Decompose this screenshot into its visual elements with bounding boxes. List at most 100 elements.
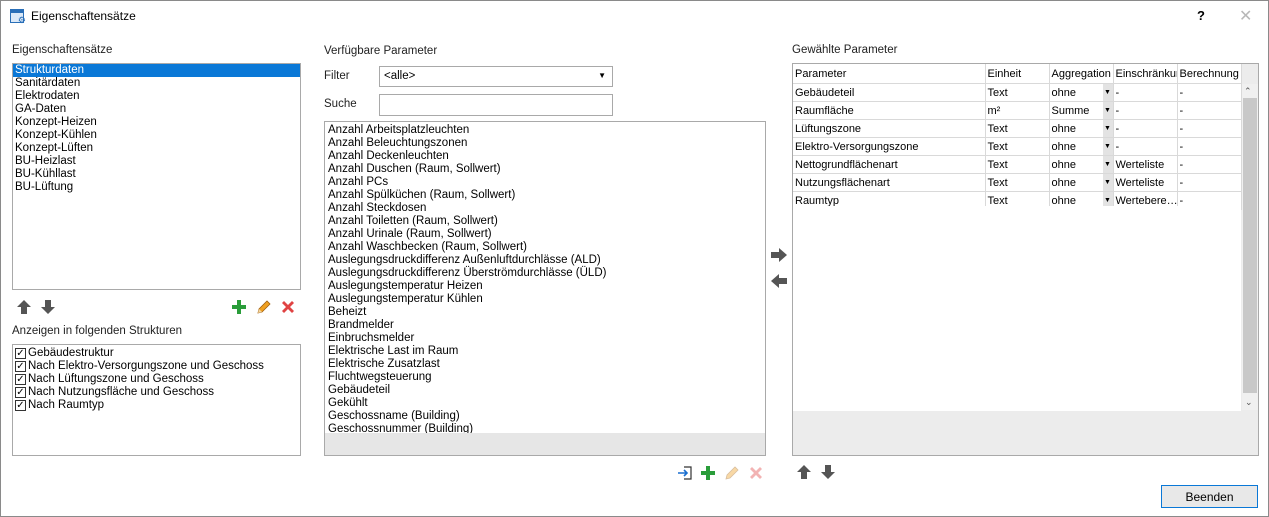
scrollbar-thumb[interactable] bbox=[1243, 98, 1257, 393]
set-list-item[interactable]: Konzept-Heizen bbox=[13, 116, 300, 129]
table-row[interactable]: Lüftungszone Text ohne ▼ - - bbox=[793, 119, 1242, 138]
table-cell[interactable]: Elektro-Versorgungszone bbox=[793, 137, 986, 156]
table-cell[interactable]: ohne ▼ bbox=[1049, 119, 1114, 138]
scroll-up-icon[interactable]: ⌃ bbox=[1244, 86, 1252, 97]
table-cell[interactable]: - bbox=[1177, 119, 1242, 138]
table-cell[interactable]: - bbox=[1177, 137, 1242, 156]
checkbox[interactable]: ✓ bbox=[15, 400, 26, 411]
table-row[interactable]: Nutzungsflächenart Text ohne ▼ Werteliste - bbox=[793, 173, 1242, 192]
table-cell[interactable]: Text bbox=[985, 155, 1050, 174]
table-cell[interactable]: Lüftungszone bbox=[793, 119, 986, 138]
table-cell[interactable]: - bbox=[1113, 119, 1178, 138]
table-row[interactable]: Raumfläche m² Summe ▼ - - bbox=[793, 101, 1242, 120]
scroll-down-icon[interactable]: ⌄ bbox=[1245, 397, 1253, 408]
set-list-item[interactable]: Konzept-Kühlen bbox=[13, 129, 300, 142]
param-list-item[interactable]: Elektrische Zusatzlast bbox=[325, 358, 765, 371]
add-param-button[interactable] bbox=[698, 463, 717, 482]
table-row[interactable]: Nettogrundflächenart Text ohne ▼ Werteliste - bbox=[793, 155, 1242, 174]
table-cell[interactable]: ohne ▼ bbox=[1049, 155, 1114, 174]
set-list-item[interactable]: GA-Daten bbox=[13, 103, 300, 116]
param-list-item[interactable]: Anzahl Waschbecken (Raum, Sollwert) bbox=[325, 241, 765, 254]
column-header[interactable]: Berechnung bbox=[1177, 64, 1242, 84]
chevron-down-icon[interactable]: ▼ bbox=[1102, 84, 1112, 101]
table-cell[interactable]: Werteliste bbox=[1113, 173, 1178, 192]
param-list-item[interactable]: Anzahl Arbeitsplatzleuchten bbox=[325, 124, 765, 137]
table-cell[interactable]: ohne ▼ bbox=[1049, 83, 1114, 102]
available-params-listbox[interactable]: Anzahl Arbeitsplatzleuchten Anzahl Beleuc… bbox=[324, 121, 766, 456]
table-cell[interactable]: m² bbox=[985, 101, 1050, 120]
column-header[interactable]: Einheit bbox=[985, 64, 1050, 84]
move-param-up-button[interactable] bbox=[794, 462, 813, 481]
param-list-item[interactable]: Anzahl PCs bbox=[325, 176, 765, 189]
set-list-item[interactable]: Strukturdaten bbox=[13, 64, 300, 77]
delete-set-button[interactable] bbox=[278, 297, 297, 316]
table-cell[interactable]: - bbox=[1113, 83, 1178, 102]
move-param-down-button[interactable] bbox=[818, 462, 837, 481]
column-header[interactable]: Aggregation bbox=[1049, 64, 1114, 84]
param-list-item[interactable]: Geschossname (Building) bbox=[325, 410, 765, 423]
param-list-item[interactable]: Auslegungstemperatur Heizen bbox=[325, 280, 765, 293]
chevron-down-icon[interactable]: ▼ bbox=[1102, 138, 1112, 155]
structure-checkbox-item[interactable]: ✓ Nach Lüftungszone und Geschoss bbox=[13, 373, 300, 386]
table-cell[interactable]: - bbox=[1177, 155, 1242, 174]
param-list-item[interactable]: Anzahl Toiletten (Raum, Sollwert) bbox=[325, 215, 765, 228]
table-cell[interactable]: Gebäudeteil bbox=[793, 83, 986, 102]
set-list-item[interactable]: BU-Lüftung bbox=[13, 181, 300, 194]
param-list-item[interactable]: Gekühlt bbox=[325, 397, 765, 410]
param-list-item[interactable]: Beheizt bbox=[325, 306, 765, 319]
param-list-item[interactable]: Anzahl Deckenleuchten bbox=[325, 150, 765, 163]
search-input[interactable] bbox=[379, 94, 613, 116]
param-list-item[interactable]: Anzahl Beleuchtungszonen bbox=[325, 137, 765, 150]
table-cell[interactable]: - bbox=[1113, 137, 1178, 156]
delete-param-button[interactable] bbox=[746, 463, 765, 482]
close-dialog-button[interactable]: Beenden bbox=[1161, 485, 1258, 508]
param-list-item[interactable]: Einbruchsmelder bbox=[325, 332, 765, 345]
param-list-item[interactable]: Anzahl Steckdosen bbox=[325, 202, 765, 215]
table-cell[interactable]: ohne ▼ bbox=[1049, 173, 1114, 192]
add-set-button[interactable] bbox=[229, 297, 248, 316]
set-list-item[interactable]: BU-Heizlast bbox=[13, 155, 300, 168]
edit-set-button[interactable] bbox=[254, 297, 273, 316]
help-button[interactable]: ? bbox=[1197, 8, 1205, 23]
set-list-item[interactable]: Sanitärdaten bbox=[13, 77, 300, 90]
table-cell[interactable]: Text bbox=[985, 83, 1050, 102]
table-row[interactable]: Elektro-Versorgungszone Text ohne ▼ - - bbox=[793, 137, 1242, 156]
chevron-down-icon[interactable]: ▼ bbox=[1102, 120, 1112, 137]
table-cell[interactable]: Text bbox=[985, 119, 1050, 138]
set-list-item[interactable]: Konzept-Lüften bbox=[13, 142, 300, 155]
structure-checkbox-item[interactable]: ✓ Gebäudestruktur bbox=[13, 347, 300, 360]
set-list-item[interactable]: Elektrodaten bbox=[13, 90, 300, 103]
move-up-button[interactable] bbox=[14, 297, 33, 316]
param-list-item[interactable]: Brandmelder bbox=[325, 319, 765, 332]
param-list-item[interactable]: Anzahl Duschen (Raum, Sollwert) bbox=[325, 163, 765, 176]
structure-checkbox-item[interactable]: ✓ Nach Raumtyp bbox=[13, 399, 300, 412]
table-cell[interactable]: Text bbox=[985, 137, 1050, 156]
param-list-item[interactable]: Auslegungstemperatur Kühlen bbox=[325, 293, 765, 306]
set-list-item[interactable]: BU-Kühllast bbox=[13, 168, 300, 181]
param-list-item[interactable]: Elektrische Last im Raum bbox=[325, 345, 765, 358]
add-to-selected-button[interactable] bbox=[769, 245, 788, 264]
sets-listbox[interactable]: Strukturdaten Sanitärdaten Elektrodaten GA-… bbox=[12, 63, 301, 290]
table-cell[interactable]: ohne ▼ bbox=[1049, 137, 1114, 156]
table-cell[interactable]: Nutzungsflächenart bbox=[793, 173, 986, 192]
table-row[interactable]: Gebäudeteil Text ohne ▼ - - bbox=[793, 83, 1242, 102]
param-list-item[interactable]: Auslegungsdruckdifferenz Außenluftdurchl… bbox=[325, 254, 765, 267]
import-button[interactable] bbox=[675, 463, 694, 482]
table-cell[interactable]: Nettogrundflächenart bbox=[793, 155, 986, 174]
param-list-item[interactable]: Anzahl Spülküchen (Raum, Sollwert) bbox=[325, 189, 765, 202]
horizontal-scrollbar[interactable] bbox=[325, 433, 765, 455]
chevron-down-icon[interactable]: ▼ bbox=[1102, 102, 1112, 119]
table-cell[interactable]: Werteliste bbox=[1113, 155, 1178, 174]
edit-param-button[interactable] bbox=[722, 463, 741, 482]
filter-dropdown[interactable]: <alle> ▼ bbox=[379, 66, 613, 87]
chevron-down-icon[interactable]: ▼ bbox=[1102, 174, 1112, 191]
column-header[interactable]: Parameter bbox=[793, 64, 986, 84]
table-cell[interactable]: - bbox=[1177, 173, 1242, 192]
checkbox[interactable]: ✓ bbox=[15, 374, 26, 385]
checkbox[interactable]: ✓ bbox=[15, 348, 26, 359]
selected-params-grid[interactable]: Parameter Einheit Aggregation Einschränkur B… bbox=[792, 63, 1259, 456]
checkbox[interactable]: ✓ bbox=[15, 361, 26, 372]
table-cell[interactable]: Summe ▼ bbox=[1049, 101, 1114, 120]
column-header[interactable]: Einschränkur bbox=[1113, 64, 1178, 84]
param-list-item[interactable]: Anzahl Urinale (Raum, Sollwert) bbox=[325, 228, 765, 241]
